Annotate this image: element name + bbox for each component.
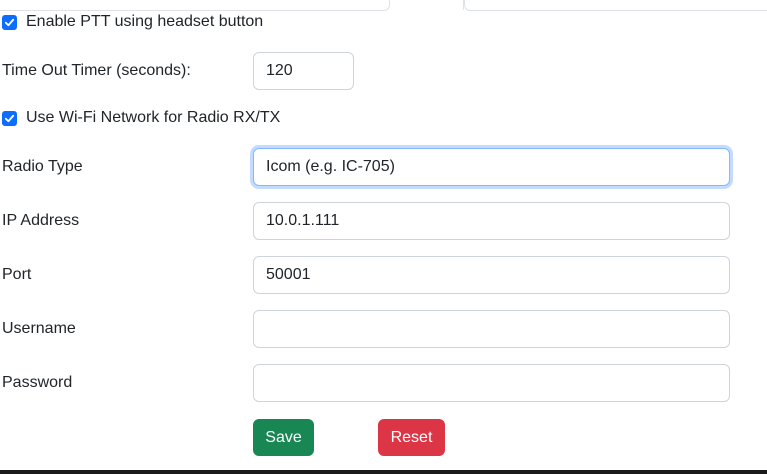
bottom-divider [0,470,767,474]
ptt-checkbox-row[interactable]: Enable PTT using headset button [2,11,263,33]
username-label: Username [2,320,76,337]
timeout-value: 120 [266,62,293,79]
password-input[interactable] [253,364,730,402]
wifi-checkbox[interactable] [2,110,17,126]
ip-address-input[interactable]: 10.0.1.111 [253,202,730,240]
tab-right[interactable] [464,0,767,11]
ip-address-label: IP Address [2,212,80,229]
username-input[interactable] [253,310,730,348]
wifi-label: Use Wi-Fi Network for Radio RX/TX [26,109,281,126]
port-value: 50001 [266,266,311,283]
password-label: Password [2,374,73,391]
ptt-checkbox[interactable] [2,14,17,30]
ptt-label: Enable PTT using headset button [26,13,264,30]
save-button[interactable]: Save [253,419,314,456]
checkmark-icon [4,114,15,122]
radio-type-value: Icom (e.g. IC-705) [266,158,395,175]
settings-panel: Enable PTT using headset button Time Out… [0,0,767,474]
reset-button[interactable]: Reset [378,419,445,456]
radio-type-label: Radio Type [2,158,83,175]
timeout-input[interactable]: 120 [253,52,354,90]
wifi-checkbox-row[interactable]: Use Wi-Fi Network for Radio RX/TX [2,107,280,129]
tab-left[interactable] [0,0,390,11]
radio-type-select[interactable]: Icom (e.g. IC-705) [253,148,730,186]
port-label: Port [2,266,32,283]
checkmark-icon [4,18,15,26]
timeout-label: Time Out Timer (seconds): [2,62,191,79]
ip-address-value: 10.0.1.111 [266,212,340,229]
port-input[interactable]: 50001 [253,256,730,294]
